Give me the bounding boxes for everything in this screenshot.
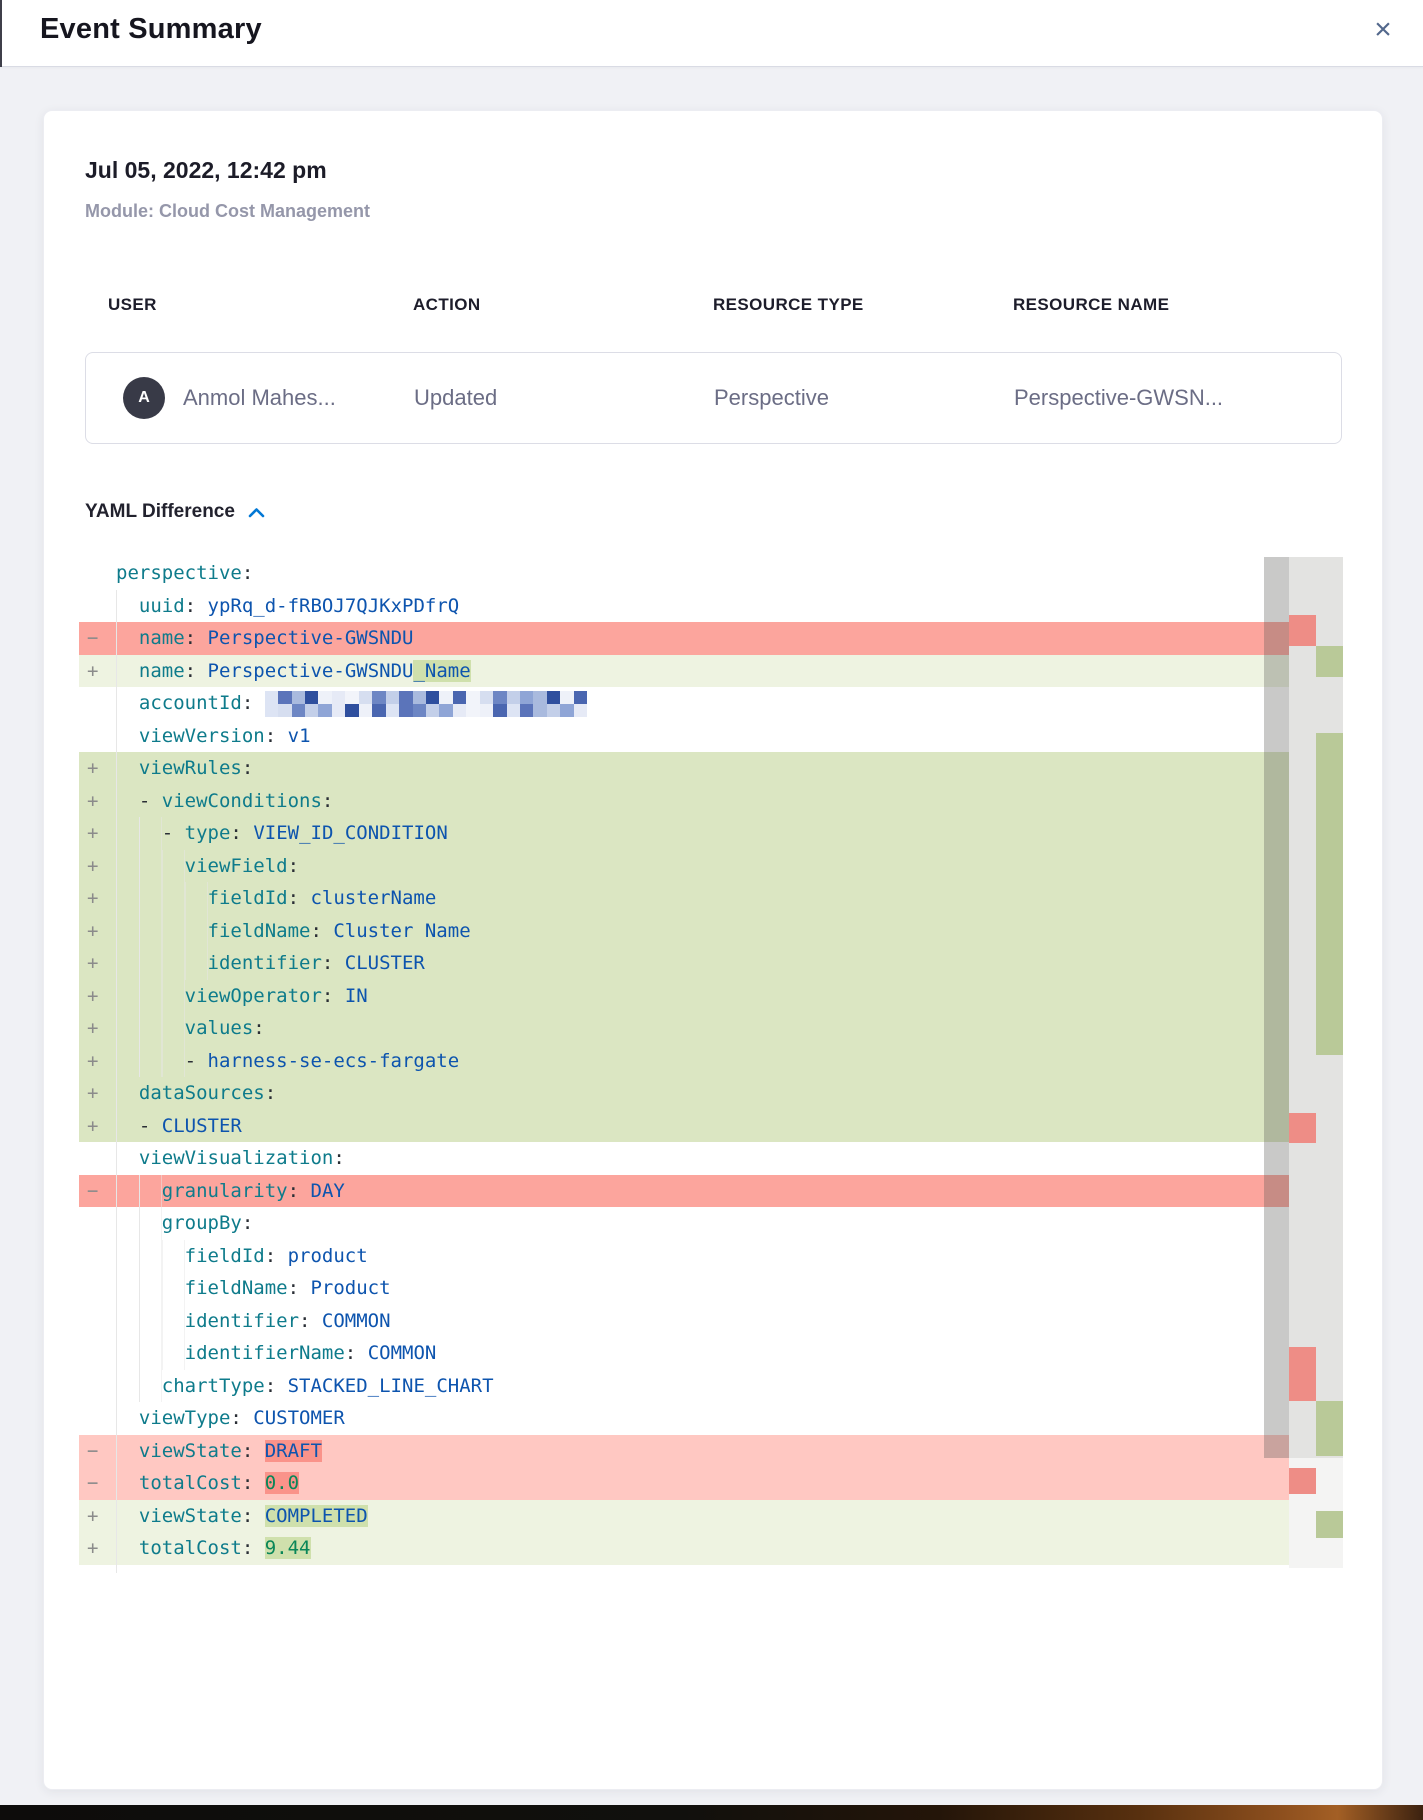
minimap-removed-mark	[1289, 615, 1316, 646]
minimap-added-mark	[1316, 646, 1343, 677]
diff-line: +- CLUSTER	[79, 1110, 1289, 1143]
diff-line: +values:	[79, 1012, 1289, 1045]
redacted-account-id	[265, 691, 588, 717]
diff-line: −name: Perspective-GWSNDU	[79, 622, 1289, 655]
diff-line: chartType: STACKED_LINE_CHART	[79, 1370, 1289, 1403]
minimap-added-mark	[1316, 733, 1343, 1055]
diff-line: −totalCost: 0.0	[79, 1467, 1289, 1500]
diff-line: +- harness-se-ecs-fargate	[79, 1045, 1289, 1078]
diff-line: groupBy:	[79, 1207, 1289, 1240]
audit-table-row: A Anmol Mahes... Updated Perspective Per…	[85, 352, 1342, 444]
diff-line: −viewState: DRAFT	[79, 1435, 1289, 1468]
audit-table-header: USER ACTION RESOURCE TYPE RESOURCE NAME	[44, 295, 1382, 315]
event-summary-modal: Event Summary × Jul 05, 2022, 12:42 pm M…	[0, 0, 1423, 1820]
diff-line: +totalCost: 9.44	[79, 1532, 1289, 1565]
close-icon[interactable]: ×	[1365, 12, 1401, 48]
diff-line: +viewOperator: IN	[79, 980, 1289, 1013]
diff-minimap[interactable]	[1289, 557, 1343, 1568]
yaml-difference-label: YAML Difference	[85, 501, 235, 523]
diff-line: +fieldName: Cluster Name	[79, 915, 1289, 948]
row-user: Anmol Mahes...	[183, 353, 336, 443]
column-header: RESOURCE NAME	[1013, 295, 1169, 315]
diff-line: perspective:	[79, 557, 1289, 590]
minimap-removed-mark	[1289, 1347, 1316, 1401]
event-card: Jul 05, 2022, 12:42 pm Module: Cloud Cos…	[43, 110, 1383, 1790]
diff-line: +identifier: CLUSTER	[79, 947, 1289, 980]
minimap-removed-mark	[1289, 1468, 1316, 1494]
row-action: Updated	[414, 353, 497, 443]
diff-line: +dataSources:	[79, 1077, 1289, 1110]
background-page-edge	[0, 1805, 1423, 1820]
minimap-removed-mark	[1289, 1113, 1316, 1143]
diff-line: +viewState: COMPLETED	[79, 1500, 1289, 1533]
column-header: ACTION	[413, 295, 481, 315]
diff-line: uuid: ypRq_d-fRBOJ7QJKxPDfrQ	[79, 590, 1289, 623]
diff-scrollbar-slider[interactable]	[1264, 557, 1289, 1458]
event-module-label: Module: Cloud Cost Management	[85, 201, 370, 222]
modal-left-edge	[0, 0, 2, 67]
yaml-diff-editor: perspective:uuid: ypRq_d-fRBOJ7QJKxPDfrQ…	[79, 557, 1343, 1573]
page-title: Event Summary	[40, 13, 262, 46]
diff-line: fieldName: Product	[79, 1272, 1289, 1305]
diff-line: createdAt: 1657005121653	[79, 1565, 1289, 1574]
diff-line: fieldId: product	[79, 1240, 1289, 1273]
diff-line: identifier: COMMON	[79, 1305, 1289, 1338]
row-resource-name: Perspective-GWSN...	[1014, 353, 1223, 443]
diff-line: +name: Perspective-GWSNDU_Name	[79, 655, 1289, 688]
minimap-added-mark	[1316, 1511, 1343, 1538]
modal-header: Event Summary ×	[0, 0, 1423, 67]
minimap-added-mark	[1316, 1401, 1343, 1456]
diff-line: +fieldId: clusterName	[79, 882, 1289, 915]
avatar: A	[123, 377, 165, 419]
diff-line: identifierName: COMMON	[79, 1337, 1289, 1370]
column-header: USER	[108, 295, 157, 315]
chevron-up-icon	[248, 507, 265, 518]
event-timestamp: Jul 05, 2022, 12:42 pm	[85, 157, 327, 184]
diff-line: +- type: VIEW_ID_CONDITION	[79, 817, 1289, 850]
diff-line: +- viewConditions:	[79, 785, 1289, 818]
diff-line: accountId:	[79, 687, 1289, 720]
yaml-difference-toggle[interactable]: YAML Difference	[85, 501, 265, 523]
diff-line: +viewField:	[79, 850, 1289, 883]
diff-line: viewVersion: v1	[79, 720, 1289, 753]
column-header: RESOURCE TYPE	[713, 295, 864, 315]
row-resource-type: Perspective	[714, 353, 829, 443]
diff-line: −granularity: DAY	[79, 1175, 1289, 1208]
diff-line: +viewRules:	[79, 752, 1289, 785]
diff-line: viewVisualization:	[79, 1142, 1289, 1175]
diff-line: viewType: CUSTOMER	[79, 1402, 1289, 1435]
